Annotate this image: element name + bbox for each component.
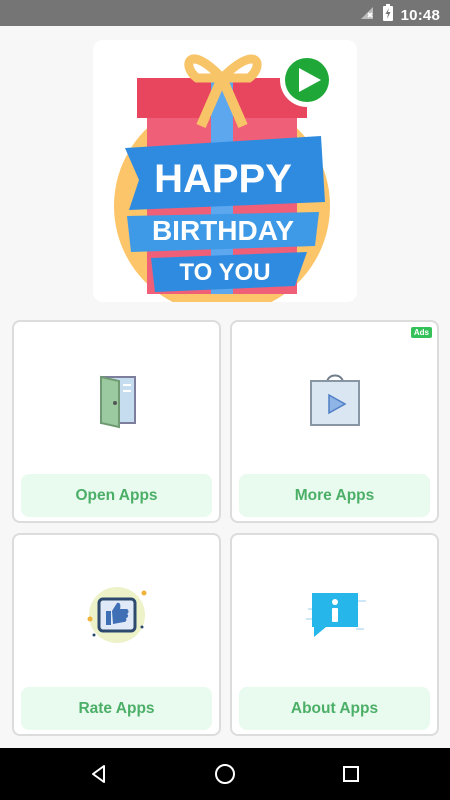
home-icon[interactable] (212, 761, 238, 787)
thumbs-up-icon (82, 579, 152, 649)
status-time: 10:48 (400, 6, 440, 24)
recents-icon[interactable] (338, 761, 364, 787)
play-store-bag-icon (300, 366, 370, 436)
about-apps-card[interactable]: About Apps (230, 533, 439, 736)
open-apps-card[interactable]: Open Apps (12, 320, 221, 523)
info-icon (300, 579, 370, 649)
banner-line3: TO YOU (179, 259, 270, 286)
back-icon[interactable] (86, 761, 112, 787)
about-apps-label: About Apps (239, 687, 430, 730)
battery-charging-icon (382, 4, 393, 26)
banner-line2: BIRTHDAY (152, 215, 294, 246)
birthday-banner: HAPPY BIRTHDAY TO YOU (93, 40, 357, 302)
more-apps-card[interactable]: Ads More Apps (230, 320, 439, 523)
rate-apps-card[interactable]: Rate Apps (12, 533, 221, 736)
status-icons: 10:48 (359, 4, 440, 26)
more-apps-label: More Apps (239, 474, 430, 517)
navigation-bar (0, 748, 450, 800)
open-apps-label: Open Apps (21, 474, 212, 517)
no-signal-icon (359, 5, 375, 26)
status-bar: 10:48 (0, 0, 450, 26)
main-content: HAPPY BIRTHDAY TO YOU Open Apps Ads More (0, 26, 450, 748)
door-icon (82, 366, 152, 436)
ads-badge: Ads (410, 327, 432, 338)
banner-line1: HAPPY (154, 157, 292, 201)
rate-apps-label: Rate Apps (21, 687, 212, 730)
